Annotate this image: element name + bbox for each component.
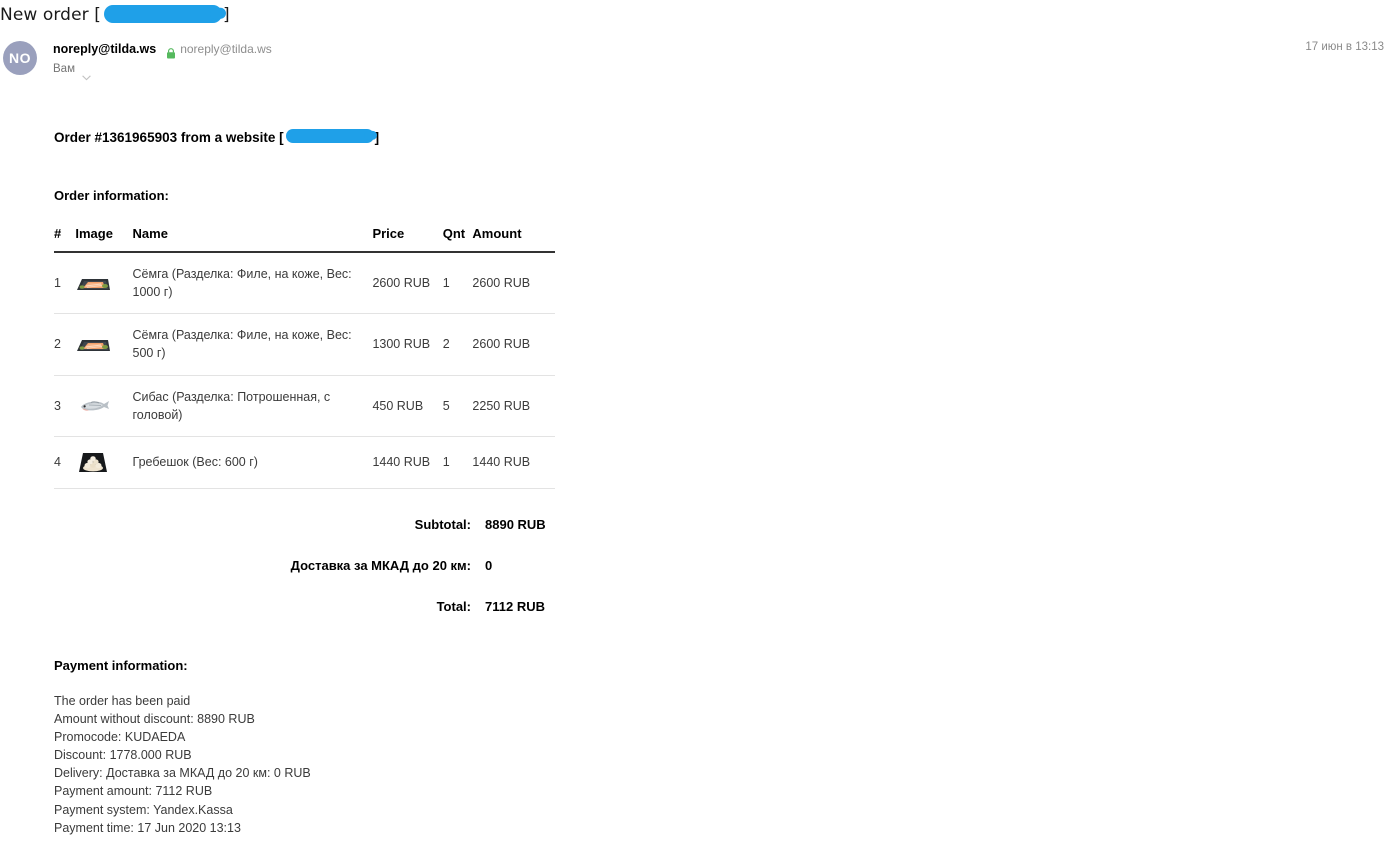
order-heading-prefix: Order #1361965903 from a website [ [54,129,284,145]
column-header-image: Image [75,226,133,253]
row-price: 1300 RUB [372,313,443,376]
salmon-fillet-thumbnail [75,331,132,358]
redaction-bar-website [285,129,374,143]
table-header-row: # Image Name Price Qnt Amount [54,226,555,253]
row-quantity: 1 [442,252,473,315]
row-index: 2 [54,313,76,376]
row-quantity: 1 [442,436,473,489]
sender-name[interactable]: noreply@tilda.ws [53,42,156,56]
row-amount: 2600 RUB [472,313,555,376]
row-product-name: Сибас (Разделка: Потрошенная, с головой) [132,375,373,437]
row-amount: 2250 RUB [472,375,555,437]
sender-name-line: noreply@tilda.ws noreply@tilda.ws [53,41,272,58]
row-image-cell [75,313,133,376]
row-price: 1440 RUB [372,436,443,489]
email-body: Order #1361965903 from a website [ ] Ord… [54,128,1354,835]
delivery-value: 0 [485,558,493,573]
sender-details: noreply@tilda.ws noreply@tilda.ws Вам [53,38,272,81]
recipient-label: Вам [53,63,75,75]
table-row: 2 Сёмга (Разделка: Филе, на коже, Вес: 5… [54,313,555,376]
seabass-thumbnail [75,392,132,420]
total-value: 7112 RUB [485,599,545,614]
subtotal-value: 8890 RUB [485,517,546,532]
payment-line-payment-time: Payment time: 17 Jun 2020 13:13 [54,820,241,835]
row-image-cell [75,252,133,315]
column-header-index: # [54,226,76,253]
subject-text: New order [ [0,5,101,25]
column-header-name: Name [132,226,373,253]
payment-line-amount-no-disc: Amount without discount: 8890 RUB [54,712,255,727]
row-product-name: Сёмга (Разделка: Филе, на коже, Вес: 500… [132,313,373,376]
order-items-table: # Image Name Price Qnt Amount 1 Сёмга (Р… [54,226,555,489]
totals-row-delivery: Доставка за МКАД до 20 км: 0 [54,545,555,586]
row-price: 450 RUB [372,375,443,437]
payment-information-lines: The order has been paid Amount without d… [54,692,311,837]
order-totals: Subtotal: 8890 RUB Доставка за МКАД до 2… [54,504,555,627]
row-amount: 2600 RUB [472,252,555,315]
subtotal-label: Subtotal: [414,517,471,532]
email-subject: New order [ ] [0,2,230,28]
row-quantity: 2 [442,313,473,376]
column-header-amount: Amount [472,226,555,253]
lock-icon [166,44,176,58]
row-product-name: Сёмга (Разделка: Филе, на коже, Вес: 100… [132,252,373,315]
row-index: 3 [54,375,76,437]
column-header-price: Price [372,226,443,253]
total-label: Total: [436,599,471,614]
order-heading: Order #1361965903 from a website [ ] [54,128,1354,146]
table-row: 4 Гребешок (Вес: 600 г) 1440 RUB 1 1440 … [54,436,555,489]
row-amount: 1440 RUB [472,436,555,489]
payment-line-payment-system: Payment system: Yandex.Kassa [54,802,233,817]
email-timestamp: 17 июн в 13:13 [1305,41,1384,53]
payment-information-heading: Payment information: [54,658,188,673]
chevron-down-icon[interactable] [82,66,91,81]
row-price: 2600 RUB [372,252,443,315]
payment-line-payment-amount: Payment amount: 7112 RUB [54,784,213,799]
table-row: 3 Сибас (Разделка: Потрошенная, с голово… [54,375,555,437]
recipient-line[interactable]: Вам [53,63,272,81]
row-product-name: Гребешок (Вес: 600 г) [132,436,373,489]
row-index: 1 [54,252,76,315]
column-header-qnt: Qnt [442,226,473,253]
row-image-cell [75,375,133,437]
avatar: NO [3,41,37,75]
sender-header: NO noreply@tilda.ws noreply@tilda.ws Вам… [0,38,1386,82]
payment-line-status: The order has been paid [54,694,191,708]
order-information-heading: Order information: [54,188,169,203]
row-quantity: 5 [442,375,473,437]
table-row: 1 Сёмга (Разделка: Филе, на коже, Вес: 1… [54,252,555,315]
scallop-thumbnail [75,448,132,476]
totals-row-total: Total: 7112 RUB [54,586,555,627]
row-image-cell [75,436,133,489]
totals-row-subtotal: Subtotal: 8890 RUB [54,504,555,545]
delivery-label: Доставка за МКАД до 20 км: [290,558,471,573]
payment-line-promocode: Promocode: KUDAEDA [54,730,186,745]
sender-email: noreply@tilda.ws [180,42,272,56]
row-index: 4 [54,436,76,489]
redaction-bar-subject [103,5,222,23]
salmon-fillet-thumbnail [75,270,132,297]
payment-line-delivery: Delivery: Доставка за МКАД до 20 км: 0 R… [54,766,311,781]
payment-line-discount: Discount: 1778.000 RUB [54,748,192,763]
